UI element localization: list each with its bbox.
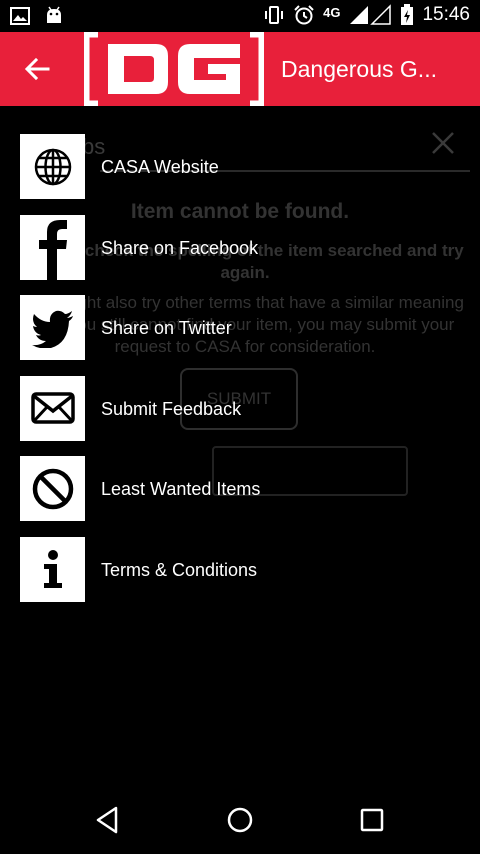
menu-item-least-wanted[interactable]: Least Wanted Items [20, 456, 420, 537]
menu-item-share-facebook[interactable]: Share on Facebook [20, 214, 420, 296]
drawer-menu: CASA Website Share on Facebook Share on … [20, 134, 420, 617]
menu-item-share-twitter[interactable]: Share on Twitter [20, 295, 420, 376]
clock: 15:46 [422, 4, 470, 25]
image-icon [10, 7, 30, 25]
home-icon[interactable] [224, 804, 256, 836]
recents-icon[interactable] [356, 804, 388, 836]
menu-item-label: Share on Facebook [101, 237, 259, 258]
signal-icon [350, 4, 392, 25]
menu-item-casa-website[interactable]: CASA Website [20, 134, 420, 215]
close-icon [432, 132, 454, 154]
battery-charging-icon [401, 4, 414, 25]
back-icon[interactable] [92, 804, 124, 836]
navigation-bar [0, 786, 480, 854]
menu-item-label: Least Wanted Items [101, 479, 261, 499]
vibrate-icon [265, 6, 284, 24]
status-bar: 4G 15:46 [0, 0, 480, 32]
menu-item-label: Share on Twitter [101, 318, 232, 338]
menu-item-submit-feedback[interactable]: Submit Feedback [20, 375, 420, 457]
menu-item-label: CASA Website [101, 157, 219, 177]
back-arrow-icon[interactable] [22, 54, 52, 84]
twitter-icon [20, 295, 85, 360]
menu-item-label: Submit Feedback [101, 398, 242, 419]
network-type: 4G [323, 4, 341, 20]
prohibited-icon [20, 456, 85, 521]
envelope-icon [20, 375, 85, 441]
app-toolbar: Dangerous G... [0, 32, 480, 106]
info-icon [20, 536, 85, 602]
facebook-icon [20, 214, 85, 280]
alarm-icon [294, 5, 314, 25]
menu-item-label: Terms & Conditions [101, 559, 258, 580]
dg-logo [84, 32, 264, 106]
android-icon [47, 6, 61, 23]
menu-item-terms-conditions[interactable]: Terms & Conditions [20, 536, 420, 618]
toolbar-title: Dangerous G... [281, 56, 437, 82]
globe-icon [20, 134, 85, 199]
